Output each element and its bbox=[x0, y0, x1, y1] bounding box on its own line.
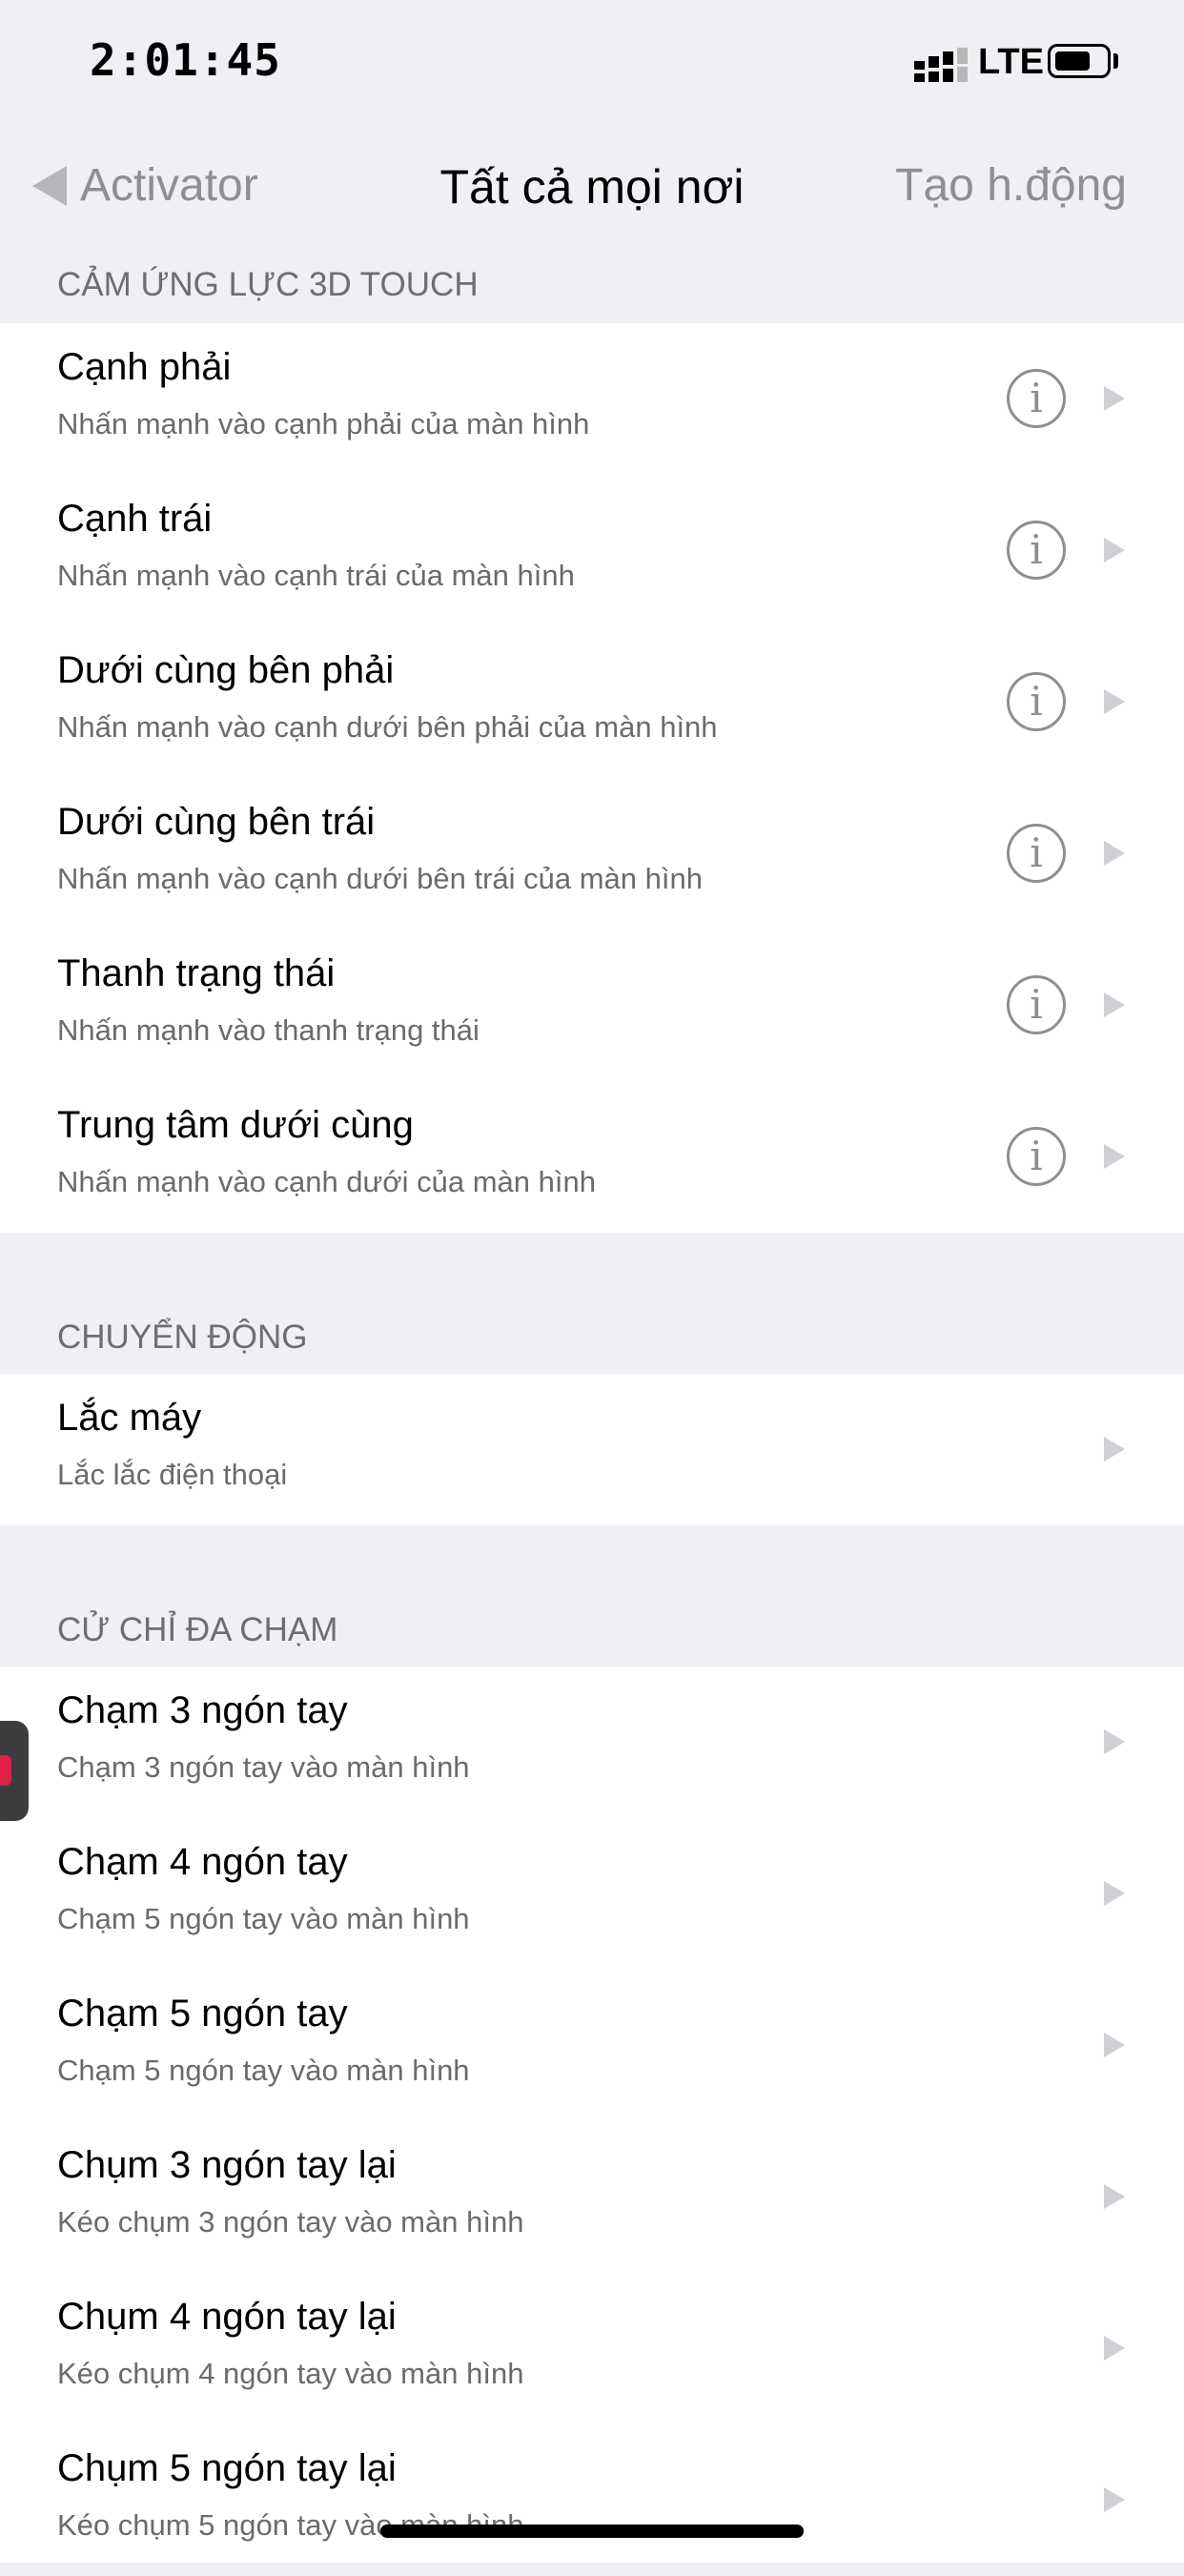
row-title: Chạm 5 ngón tay bbox=[57, 1993, 348, 2034]
row-subtitle: Nhấn mạnh vào cạnh dưới bên trái của màn… bbox=[57, 862, 703, 895]
list-item[interactable]: Chụm 3 ngón tay lại Kéo chụm 3 ngón tay … bbox=[0, 2121, 1184, 2273]
section-multitouch: Chạm 3 ngón tay Chạm 3 ngón tay vào màn … bbox=[0, 1666, 1184, 2563]
list-item[interactable]: Cạnh phải Nhấn mạnh vào cạnh phải của mà… bbox=[0, 323, 1184, 475]
info-circle-icon[interactable]: i bbox=[1007, 1127, 1066, 1186]
info-circle-icon[interactable]: i bbox=[1007, 672, 1066, 731]
status-bar: 2:01:45 LTE bbox=[0, 0, 1184, 129]
section-3d-touch: Cạnh phải Nhấn mạnh vào cạnh phải của mà… bbox=[0, 323, 1184, 1233]
list-item[interactable]: Lắc máy Lắc lắc điện thoại bbox=[0, 1374, 1184, 1525]
row-title: Chụm 4 ngón tay lại bbox=[57, 2296, 397, 2338]
info-circle-icon[interactable]: i bbox=[1007, 824, 1066, 883]
section-header-label: CHUYỂN ĐỘNG bbox=[57, 1319, 308, 1356]
info-circle-icon[interactable]: i bbox=[1007, 975, 1066, 1034]
chevron-right-icon bbox=[1104, 2184, 1125, 2209]
section-header-motion: CHUYỂN ĐỘNG bbox=[0, 1233, 1184, 1374]
battery-icon bbox=[1048, 44, 1111, 78]
list-item[interactable]: Chạm 5 ngón tay Chạm 5 ngón tay vào màn … bbox=[0, 1970, 1184, 2121]
chevron-right-icon bbox=[1104, 2336, 1125, 2361]
list-item[interactable]: Chạm 3 ngón tay Chạm 3 ngón tay vào màn … bbox=[0, 1666, 1184, 1818]
chevron-right-icon bbox=[1104, 1881, 1125, 1906]
chevron-right-icon bbox=[1104, 841, 1125, 866]
row-subtitle: Kéo chụm 4 ngón tay vào màn hình bbox=[57, 2357, 524, 2390]
network-type: LTE bbox=[978, 42, 1044, 82]
row-title: Chụm 5 ngón tay lại bbox=[57, 2447, 397, 2489]
chevron-right-icon bbox=[1104, 386, 1125, 411]
info-circle-icon[interactable]: i bbox=[1007, 521, 1066, 580]
row-title: Chạm 3 ngón tay bbox=[57, 1689, 348, 1731]
row-subtitle: Chạm 5 ngón tay vào màn hình bbox=[57, 1902, 470, 1935]
list-item[interactable]: Cạnh trái Nhấn mạnh vào cạnh trái của mà… bbox=[0, 475, 1184, 626]
chevron-right-icon bbox=[1104, 2487, 1125, 2512]
chevron-right-icon bbox=[1104, 1144, 1125, 1169]
row-title: Cạnh phải bbox=[57, 346, 232, 388]
cellular-signal-icon bbox=[914, 48, 968, 82]
list-item[interactable]: Chụm 5 ngón tay lại Kéo chụm 5 ngón tay … bbox=[0, 2424, 1184, 2576]
app-switcher-icon bbox=[0, 1755, 11, 1786]
chevron-right-icon bbox=[1104, 1437, 1125, 1462]
floating-side-tab[interactable] bbox=[0, 1721, 29, 1821]
list-item[interactable]: Thanh trạng thái Nhấn mạnh vào thanh trạ… bbox=[0, 930, 1184, 1081]
row-subtitle: Nhấn mạnh vào cạnh dưới bên phải của màn… bbox=[57, 710, 718, 744]
row-subtitle: Chạm 5 ngón tay vào màn hình bbox=[57, 2054, 470, 2087]
row-subtitle: Nhấn mạnh vào cạnh phải của màn hình bbox=[57, 407, 590, 440]
row-subtitle: Nhấn mạnh vào cạnh trái của màn hình bbox=[57, 559, 575, 592]
list-item[interactable]: Chụm 4 ngón tay lại Kéo chụm 4 ngón tay … bbox=[0, 2273, 1184, 2424]
row-title: Cạnh trái bbox=[57, 498, 213, 540]
section-header-3d-touch: CẢM ỨNG LỰC 3D TOUCH bbox=[0, 253, 1184, 323]
chevron-right-icon bbox=[1104, 689, 1125, 714]
chevron-right-icon bbox=[1104, 2033, 1125, 2057]
row-title: Lắc máy bbox=[57, 1397, 202, 1439]
row-title: Trung tâm dưới cùng bbox=[57, 1104, 414, 1146]
chevron-right-icon bbox=[1104, 992, 1125, 1017]
row-title: Dưới cùng bên phải bbox=[57, 649, 395, 691]
list-item[interactable]: Dưới cùng bên trái Nhấn mạnh vào cạnh dư… bbox=[0, 778, 1184, 930]
row-title: Thanh trạng thái bbox=[57, 952, 336, 994]
home-indicator[interactable] bbox=[380, 2525, 804, 2538]
row-subtitle: Lắc lắc điện thoại bbox=[57, 1458, 288, 1491]
section-motion: Lắc máy Lắc lắc điện thoại bbox=[0, 1374, 1184, 1525]
section-header-multitouch: CỬ CHỈ ĐA CHẠM bbox=[0, 1525, 1184, 1666]
battery-tip bbox=[1113, 53, 1118, 69]
status-time: 2:01:45 bbox=[90, 34, 281, 86]
row-subtitle: Nhấn mạnh vào cạnh dưới của màn hình bbox=[57, 1165, 596, 1198]
info-circle-icon[interactable]: i bbox=[1007, 369, 1066, 428]
list-item[interactable]: Chạm 4 ngón tay Chạm 5 ngón tay vào màn … bbox=[0, 1818, 1184, 1970]
create-action-button[interactable]: Tạo h.động bbox=[895, 159, 1127, 212]
list-item[interactable]: Trung tâm dưới cùng Nhấn mạnh vào cạnh d… bbox=[0, 1081, 1184, 1233]
row-title: Dưới cùng bên trái bbox=[57, 801, 376, 843]
row-subtitle: Nhấn mạnh vào thanh trạng thái bbox=[57, 1013, 480, 1047]
row-title: Chụm 3 ngón tay lại bbox=[57, 2144, 397, 2186]
row-title: Chạm 4 ngón tay bbox=[57, 1841, 348, 1883]
section-header-label: CẢM ỨNG LỰC 3D TOUCH bbox=[57, 266, 479, 303]
list-item[interactable]: Dưới cùng bên phải Nhấn mạnh vào cạnh dư… bbox=[0, 626, 1184, 778]
section-header-label: CỬ CHỈ ĐA CHẠM bbox=[57, 1611, 338, 1648]
chevron-right-icon bbox=[1104, 1729, 1125, 1754]
row-subtitle: Kéo chụm 3 ngón tay vào màn hình bbox=[57, 2205, 524, 2239]
chevron-right-icon bbox=[1104, 538, 1125, 562]
row-subtitle: Chạm 3 ngón tay vào màn hình bbox=[57, 1750, 470, 1784]
navigation-bar: Activator Tất cả mọi nơi Tạo h.động bbox=[0, 129, 1184, 253]
